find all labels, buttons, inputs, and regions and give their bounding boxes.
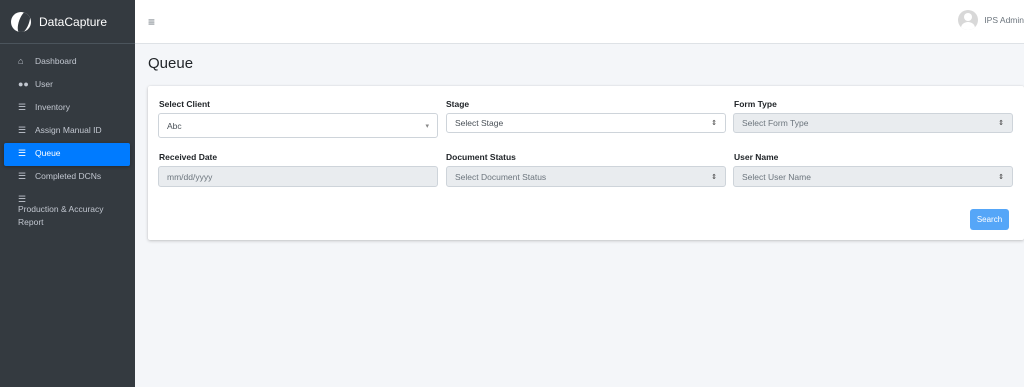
sidebar: DataCapture ⌂ Dashboard ●● User ☰ Invent… bbox=[0, 0, 135, 387]
sidebar-item-production-accuracy-report[interactable]: ☰ Production & Accuracy Report bbox=[4, 189, 130, 227]
sidebar-item-label: Dashboard bbox=[35, 56, 77, 66]
page-title: Queue bbox=[148, 55, 194, 72]
sidebar-item-label: Queue bbox=[35, 148, 61, 158]
received-date-field: Received Date bbox=[159, 152, 217, 162]
form-type-label: Form Type bbox=[734, 99, 777, 109]
user-menu[interactable]: IPS Admin bbox=[958, 10, 1024, 30]
user-name-select[interactable]: Select User Name ⇕ bbox=[733, 166, 1013, 187]
stage-select[interactable]: Select Stage ⇕ bbox=[446, 113, 726, 133]
stage-label: Stage bbox=[446, 99, 470, 109]
form-type-select[interactable]: Select Form Type ⇕ bbox=[733, 113, 1013, 133]
list-icon: ☰ bbox=[18, 148, 27, 158]
select-arrows-icon: ⇕ bbox=[711, 173, 717, 181]
sidebar-item-label: Assign Manual ID bbox=[35, 125, 102, 135]
hamburger-menu-icon[interactable]: ≡ bbox=[148, 15, 155, 29]
user-name-field: User Name bbox=[734, 152, 778, 162]
sidebar-item-label: Production & Accuracy Report bbox=[18, 204, 104, 227]
document-status-value: Select Document Status bbox=[455, 171, 547, 182]
select-arrows-icon: ⇕ bbox=[998, 120, 1004, 127]
form-type-value: Select Form Type bbox=[742, 118, 809, 128]
sidebar-item-dashboard[interactable]: ⌂ Dashboard bbox=[4, 51, 130, 74]
user-name-value: Select User Name bbox=[742, 171, 811, 182]
sidebar-item-user[interactable]: ●● User bbox=[4, 74, 130, 97]
stage-field: Stage bbox=[446, 99, 469, 109]
client-value: Abc bbox=[167, 120, 182, 131]
sidebar-item-completed-dcns[interactable]: ☰ Completed DCNs bbox=[4, 166, 130, 189]
received-date-placeholder: mm/dd/yyyy bbox=[167, 171, 213, 182]
client-field: Select Client bbox=[159, 99, 210, 109]
sidebar-nav: ⌂ Dashboard ●● User ☰ Inventory ☰ Assign… bbox=[0, 44, 135, 227]
select-arrows-icon: ⇕ bbox=[711, 120, 717, 127]
sidebar-item-assign-manual-id[interactable]: ☰ Assign Manual ID bbox=[4, 120, 130, 143]
sidebar-item-inventory[interactable]: ☰ Inventory bbox=[4, 97, 130, 120]
document-status-field: Document Status bbox=[446, 152, 516, 162]
top-navbar: ≡ IPS Admin bbox=[135, 0, 1024, 44]
document-status-label: Document Status bbox=[446, 152, 516, 162]
client-label: Select Client bbox=[159, 99, 211, 109]
brand[interactable]: DataCapture bbox=[0, 0, 135, 44]
users-icon: ●● bbox=[18, 79, 29, 89]
sidebar-item-queue[interactable]: ☰ Queue bbox=[4, 143, 130, 166]
list-icon: ☰ bbox=[18, 125, 27, 135]
received-date-input[interactable]: mm/dd/yyyy bbox=[158, 166, 438, 187]
received-date-label: Received Date bbox=[159, 152, 218, 162]
chevron-down-icon: ▾ bbox=[425, 122, 429, 130]
brand-name: DataCapture bbox=[39, 14, 108, 29]
sidebar-item-label: Inventory bbox=[35, 102, 70, 112]
sidebar-item-label: Completed DCNs bbox=[35, 171, 102, 181]
list-icon: ☰ bbox=[18, 102, 27, 112]
avatar bbox=[958, 10, 979, 30]
client-select[interactable]: Abc ▾ bbox=[158, 113, 438, 138]
datacapture-logo-icon bbox=[11, 11, 31, 32]
search-button[interactable]: Search bbox=[970, 209, 1009, 230]
stage-value: Select Stage bbox=[455, 118, 504, 128]
filter-card: Select Client Abc ▾ Stage Select Stage ⇕… bbox=[148, 86, 1024, 240]
document-status-select[interactable]: Select Document Status ⇕ bbox=[446, 166, 726, 187]
form-type-field: Form Type bbox=[734, 99, 777, 109]
user-name-label: User Name bbox=[734, 152, 779, 162]
select-arrows-icon: ⇕ bbox=[998, 173, 1004, 181]
list-icon: ☰ bbox=[18, 171, 27, 181]
home-icon: ⌂ bbox=[18, 56, 24, 66]
sidebar-item-label: User bbox=[35, 79, 53, 89]
user-name: IPS Admin bbox=[984, 15, 1024, 25]
